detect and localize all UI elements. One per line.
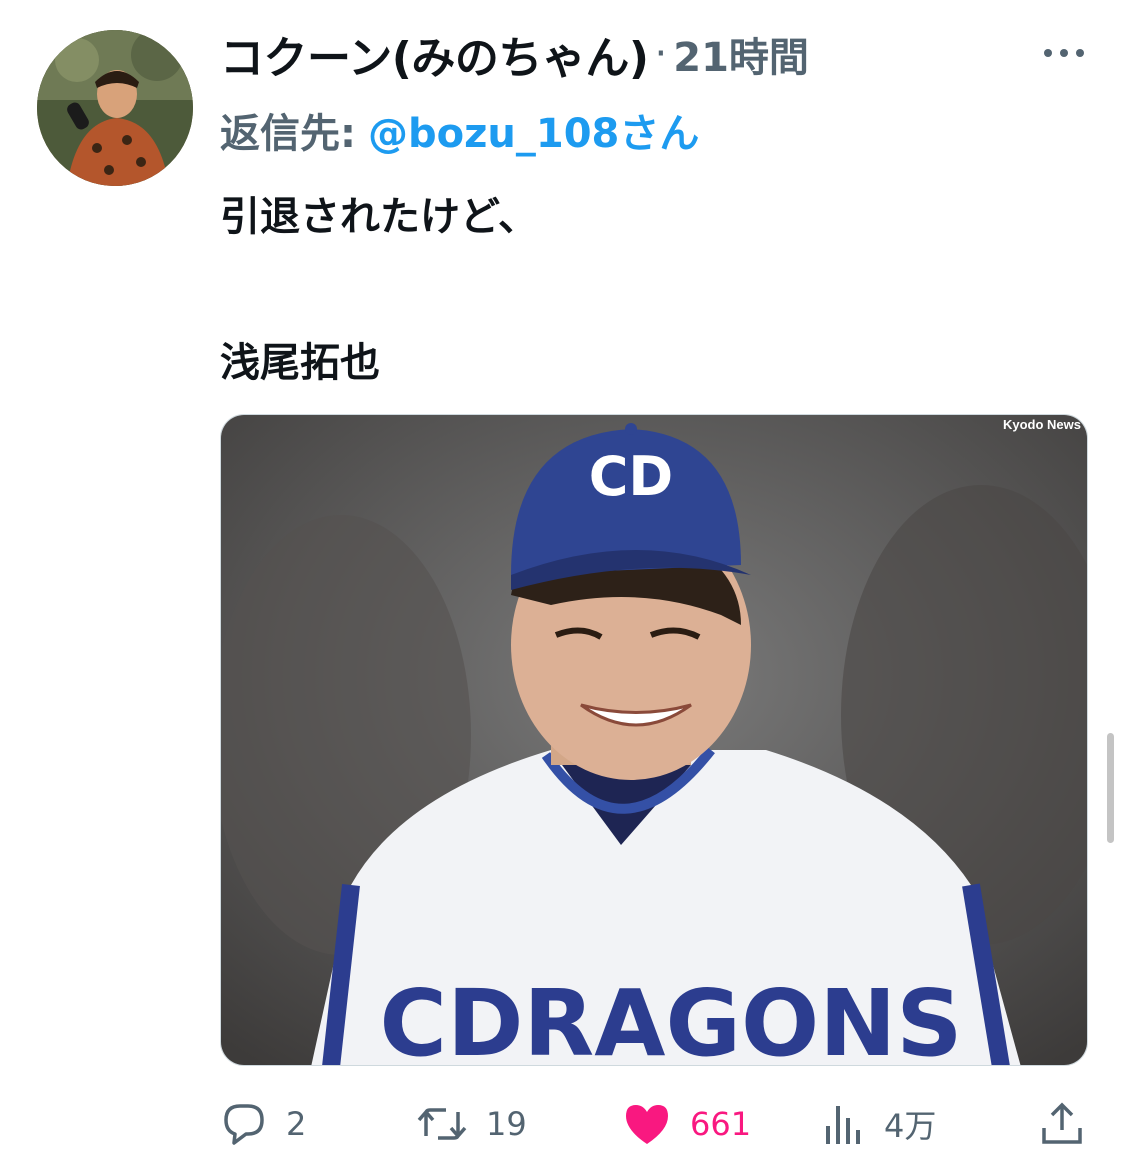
retweet-icon bbox=[417, 1108, 467, 1140]
timestamp[interactable]: 21時間 bbox=[673, 25, 809, 83]
media-photo: CD CDRAGONS bbox=[221, 415, 1087, 1066]
reply-button[interactable]: 2 bbox=[220, 1096, 306, 1152]
cap-logo-icon: CD bbox=[589, 445, 673, 508]
retweet-count: 19 bbox=[486, 1105, 527, 1143]
heart-icon bbox=[626, 1105, 668, 1144]
retweet-button[interactable]: 19 bbox=[416, 1096, 527, 1152]
share-icon bbox=[1042, 1102, 1082, 1144]
media-credit: Kyodo News bbox=[1002, 417, 1081, 432]
more-icon[interactable] bbox=[1040, 38, 1088, 68]
views-icon bbox=[826, 1106, 860, 1144]
avatar-image bbox=[37, 30, 193, 186]
tweet-text-line-1: 引退されたけど、 bbox=[220, 194, 538, 240]
avatar[interactable] bbox=[37, 30, 193, 186]
action-bar: 2 19 661 4万 bbox=[220, 1096, 1090, 1152]
display-name[interactable]: コクーン(みのちゃん) bbox=[220, 22, 649, 86]
separator-dot: · bbox=[654, 31, 668, 77]
share-button[interactable] bbox=[1038, 1096, 1086, 1152]
tweet-text-line-2: 浅尾拓也 bbox=[220, 340, 380, 386]
jersey-lettering-icon: CDRAGONS bbox=[380, 970, 963, 1066]
reply-count: 2 bbox=[286, 1105, 307, 1143]
views-count: 4万 bbox=[884, 1107, 937, 1145]
reply-icon bbox=[224, 1104, 264, 1145]
tweet-header: コクーン(みのちゃん) · 21時間 bbox=[220, 22, 809, 86]
reply-context: 返信先: @bozu_108さん bbox=[220, 100, 699, 160]
like-button[interactable]: 661 bbox=[622, 1096, 751, 1152]
like-count: 661 bbox=[690, 1105, 752, 1143]
tweet-media[interactable]: CD CDRAGONS Kyodo News bbox=[220, 414, 1088, 1066]
scrollbar[interactable] bbox=[1107, 733, 1114, 843]
reply-prefix: 返信先: bbox=[220, 111, 356, 157]
reply-handle-link[interactable]: @bozu_108さん bbox=[368, 101, 699, 159]
views-button[interactable]: 4万 bbox=[824, 1096, 936, 1152]
